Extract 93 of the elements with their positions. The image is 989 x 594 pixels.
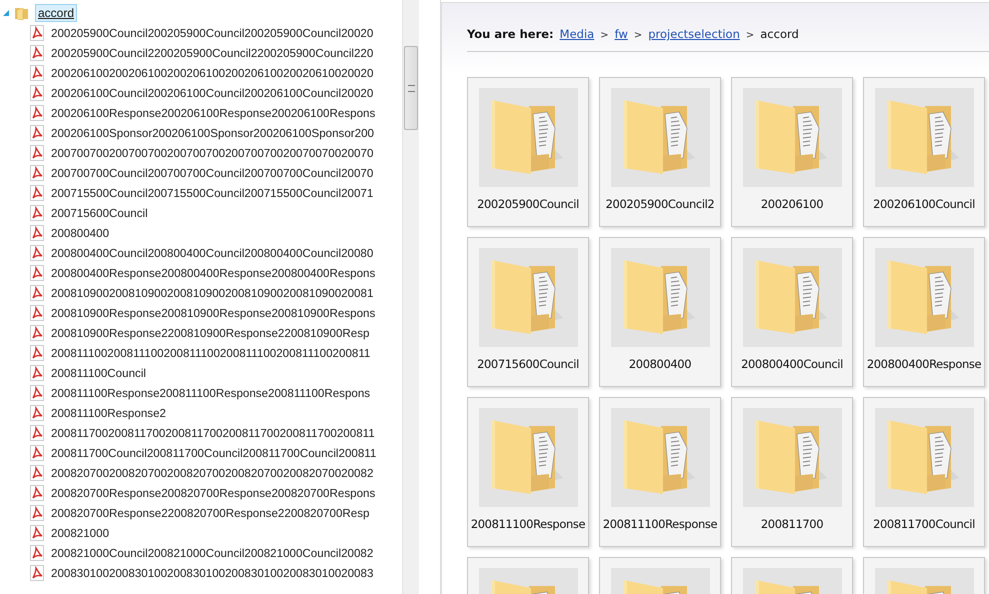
- folder-card[interactable]: 200205900Council: [467, 77, 589, 227]
- file-name[interactable]: 200820700Response200820700Response200820700Respons: [51, 486, 376, 500]
- folder-card[interactable]: 200800400Council: [731, 237, 853, 387]
- breadcrumb-label: You are here:: [467, 27, 554, 41]
- file-name[interactable]: 200811700200811700200811700200811700200811700200811: [51, 426, 375, 440]
- pdf-file-icon: [30, 345, 44, 361]
- file-name[interactable]: 20081090020081090020081090020081090020081090020081: [51, 286, 374, 300]
- folder-name: 200800400Council: [741, 357, 843, 371]
- breadcrumb-link[interactable]: projectselection: [648, 27, 740, 41]
- pdf-file-icon: [30, 125, 44, 141]
- file-name[interactable]: 200800400: [51, 226, 110, 240]
- pdf-file-icon: [30, 405, 44, 421]
- folder-card[interactable]: 200811100Response: [599, 397, 721, 547]
- folder-name: 200206100Council: [873, 197, 975, 211]
- file-name[interactable]: 200800400Council200800400Council200800400Council20080: [51, 246, 374, 260]
- pdf-file-icon: [30, 545, 44, 561]
- file-name[interactable]: 200810900Response2200810900Response2200810900Resp: [51, 326, 370, 340]
- folder-card[interactable]: 200811700Council: [863, 397, 985, 547]
- pdf-file-icon: [30, 225, 44, 241]
- file-name[interactable]: 200206100Sponsor200206100Sponsor200206100Sponsor200: [51, 126, 374, 140]
- breadcrumb-separator: >: [746, 30, 754, 41]
- folder-card[interactable]: 200800400: [599, 237, 721, 387]
- pdf-file-icon: [30, 305, 44, 321]
- breadcrumb-link[interactable]: fw: [614, 27, 628, 41]
- pdf-file-icon: [30, 505, 44, 521]
- folder-card[interactable]: 200811700: [731, 397, 853, 547]
- pdf-file-icon: [30, 285, 44, 301]
- file-name[interactable]: 200811100200811100200811100200811100200811100200811: [51, 346, 370, 360]
- pdf-file-icon: [30, 425, 44, 441]
- pdf-file-icon: [30, 365, 44, 381]
- file-name[interactable]: 200821000Council200821000Council200821000Council20082: [51, 546, 374, 560]
- folder-label[interactable]: accord: [35, 4, 78, 22]
- pdf-file-icon: [30, 245, 44, 261]
- folder-card[interactable]: 200715600Council: [467, 237, 589, 387]
- file-name[interactable]: 200206100Council200206100Council200206100Council20020: [51, 86, 374, 100]
- scrollbar-thumb[interactable]: [404, 46, 418, 130]
- file-name[interactable]: 200811100Response2: [51, 406, 166, 420]
- folder-name: 200800400: [628, 357, 692, 371]
- file-name[interactable]: 200205900Council200205900Council200205900Council20020: [51, 26, 374, 40]
- scrollbar[interactable]: [402, 0, 419, 594]
- breadcrumb-separator: >: [634, 30, 642, 41]
- pdf-file-icon: [30, 45, 44, 61]
- breadcrumb-separator: >: [600, 30, 609, 41]
- expanded-triangle-icon[interactable]: [3, 10, 9, 16]
- pdf-file-icon: [30, 385, 44, 401]
- folder-name: 200205900Council: [477, 197, 579, 211]
- pdf-file-icon: [30, 485, 44, 501]
- pdf-file-icon: [30, 565, 44, 581]
- breadcrumb-link[interactable]: Media: [560, 27, 594, 41]
- folder-name: 200811100Response: [470, 517, 586, 531]
- file-name[interactable]: 200700700Council200700700Council200700700Council20070: [51, 166, 374, 180]
- file-name[interactable]: 200206100Response200206100Response200206100Respons: [51, 106, 376, 120]
- folder-name: 200205900Council2: [606, 197, 714, 211]
- folder-name: 200206100: [760, 197, 824, 211]
- pdf-file-icon: [30, 105, 44, 121]
- pdf-file-icon: [30, 25, 44, 41]
- folder-name: 200811100Response: [602, 517, 718, 531]
- pdf-file-icon: [30, 445, 44, 461]
- file-name[interactable]: 200715600Council: [51, 206, 148, 220]
- breadcrumb-current: accord: [760, 27, 799, 41]
- file-name[interactable]: 200821000: [51, 526, 110, 540]
- file-name[interactable]: 20020610020020610020020610020020610020020610020020: [51, 66, 374, 80]
- pdf-file-icon: [30, 85, 44, 101]
- folder-card[interactable]: 200206100Council: [863, 77, 985, 227]
- folder-icon: [14, 5, 30, 21]
- folder-name: 200811700: [760, 517, 824, 531]
- pdf-file-icon: [30, 465, 44, 481]
- folder-card[interactable]: 200205900Council2: [599, 77, 721, 227]
- folder-name: 200800400Response: [866, 357, 982, 371]
- folder-name: 200811700Council: [873, 517, 975, 531]
- pdf-file-icon: [30, 65, 44, 81]
- pdf-file-icon: [30, 525, 44, 541]
- folder-card[interactable]: 200800400Response: [863, 237, 985, 387]
- pdf-file-icon: [30, 325, 44, 341]
- file-name[interactable]: 200811100Council: [51, 366, 146, 380]
- folder-card[interactable]: 200811100Response: [467, 397, 589, 547]
- pdf-file-icon: [30, 145, 44, 161]
- file-name[interactable]: 200811100Response200811100Response200811100Respons: [51, 386, 370, 400]
- file-name[interactable]: 20070070020070070020070070020070070020070070020070: [51, 146, 374, 160]
- pdf-file-icon: [30, 205, 44, 221]
- file-name[interactable]: 200811700Council200811700Council200811700Council200811: [51, 446, 376, 460]
- folder-name: 200715600Council: [477, 357, 579, 371]
- pdf-file-icon: [30, 265, 44, 281]
- folder-card[interactable]: 200206100: [731, 77, 853, 227]
- pdf-file-icon: [30, 185, 44, 201]
- pdf-file-icon: [30, 165, 44, 181]
- file-name[interactable]: 200800400Response200800400Response200800400Respons: [51, 266, 376, 280]
- file-name[interactable]: 200820700Response2200820700Response2200820700Resp: [51, 506, 370, 520]
- file-name[interactable]: 200810900Response200810900Response200810900Respons: [51, 306, 376, 320]
- file-name[interactable]: 200205900Council2200205900Council2200205900Council220: [51, 46, 374, 60]
- file-name[interactable]: 20082070020082070020082070020082070020082070020082: [51, 466, 374, 480]
- file-name[interactable]: 200715500Council200715500Council200715500Council20071: [51, 186, 374, 200]
- file-name[interactable]: 20083010020083010020083010020083010020083010020083: [51, 566, 374, 580]
